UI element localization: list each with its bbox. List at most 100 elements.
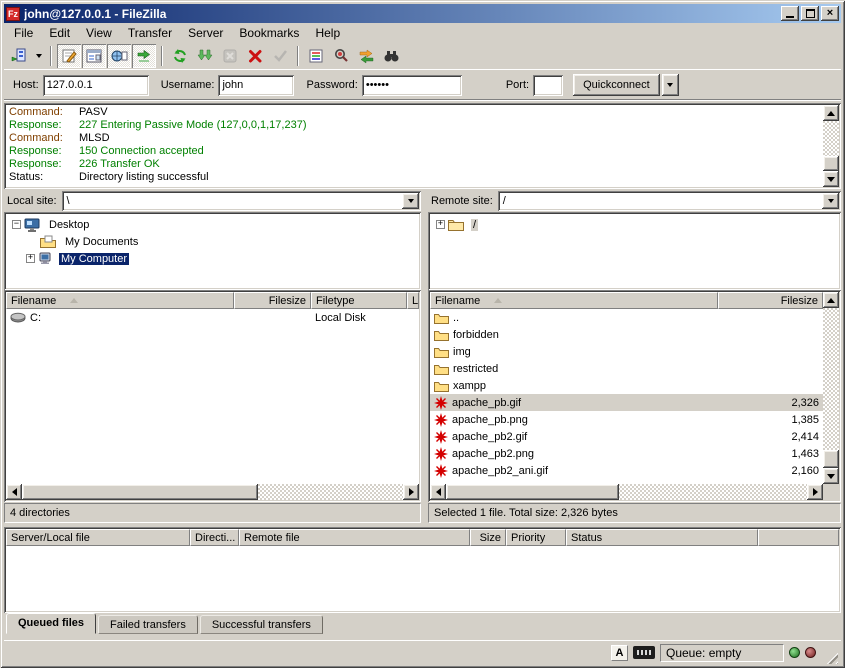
column-header-last-modified[interactable]: L	[407, 292, 419, 309]
file-row[interactable]: forbidden	[430, 326, 823, 343]
toggle-remote-tree-button[interactable]	[107, 44, 131, 68]
data-type-indicator[interactable]: A	[611, 645, 628, 661]
find-files-button[interactable]	[379, 44, 403, 68]
expand-icon[interactable]: +	[26, 254, 35, 263]
column-header-remote-file[interactable]: Remote file	[239, 529, 470, 546]
scroll-down-button[interactable]	[823, 171, 839, 187]
scroll-track[interactable]	[22, 484, 403, 500]
column-header-filetype[interactable]: Filetype	[311, 292, 407, 309]
tree-item-my-documents[interactable]: My Documents	[4, 233, 421, 250]
toggle-local-tree-button[interactable]	[82, 44, 106, 68]
close-button[interactable]: ×	[821, 6, 839, 21]
file-row[interactable]: img	[430, 343, 823, 360]
host-input[interactable]	[43, 75, 149, 96]
tree-item-root[interactable]: + /	[428, 216, 841, 233]
expand-icon[interactable]: +	[436, 220, 445, 229]
tree-label[interactable]: Desktop	[47, 219, 91, 231]
menu-bookmarks[interactable]: Bookmarks	[231, 24, 307, 42]
file-row-selected[interactable]: apache_pb.gif 2,326	[430, 394, 823, 411]
scroll-left-button[interactable]	[430, 484, 446, 500]
speed-limit-icon[interactable]	[633, 646, 655, 659]
scroll-right-button[interactable]	[807, 484, 823, 500]
collapse-icon[interactable]: −	[12, 220, 21, 229]
port-input[interactable]	[533, 75, 563, 96]
quickconnect-dropdown[interactable]	[662, 74, 679, 96]
file-row[interactable]: apache_pb2_ani.gif 2,160	[430, 462, 823, 479]
quickconnect-button[interactable]: Quickconnect	[573, 74, 660, 96]
filename-cell: apache_pb2.png	[430, 447, 718, 461]
column-header-filename[interactable]: Filename	[6, 292, 234, 309]
scroll-thumb[interactable]	[22, 484, 258, 500]
toggle-queue-button[interactable]	[132, 44, 156, 68]
folder-icon	[434, 312, 449, 324]
minimize-button[interactable]	[781, 6, 799, 21]
menu-file[interactable]: File	[6, 24, 41, 42]
combo-dropdown-button[interactable]	[402, 193, 419, 209]
process-queue-button[interactable]	[193, 44, 217, 68]
column-header-size[interactable]: Size	[470, 529, 506, 546]
filter-button[interactable]	[304, 44, 328, 68]
menu-help[interactable]: Help	[307, 24, 348, 42]
scroll-track[interactable]	[823, 308, 839, 468]
remote-horizontal-scrollbar[interactable]	[430, 484, 823, 500]
site-manager-dropdown[interactable]	[32, 45, 45, 67]
remote-site-combobox[interactable]: /	[498, 191, 841, 211]
file-row[interactable]: apache_pb2.png 1,463	[430, 445, 823, 462]
menu-transfer[interactable]: Transfer	[120, 24, 180, 42]
column-header-priority[interactable]: Priority	[506, 529, 566, 546]
column-header-filename[interactable]: Filename	[430, 292, 718, 309]
scroll-thumb[interactable]	[823, 450, 839, 468]
file-row[interactable]: apache_pb2.gif 2,414	[430, 428, 823, 445]
column-header-filesize[interactable]: Filesize	[234, 292, 311, 309]
menu-server[interactable]: Server	[180, 24, 231, 42]
disconnect-button[interactable]	[243, 44, 267, 68]
site-manager-button[interactable]	[7, 44, 31, 68]
local-horizontal-scrollbar[interactable]	[6, 484, 419, 500]
column-header-direction[interactable]: Directi...	[190, 529, 239, 546]
abort-button[interactable]	[268, 44, 292, 68]
scroll-thumb[interactable]	[446, 484, 619, 500]
tab-queued-files[interactable]: Queued files	[6, 613, 96, 634]
password-input[interactable]	[362, 75, 462, 96]
file-row[interactable]: xampp	[430, 377, 823, 394]
password-label: Password:	[306, 79, 357, 91]
synchronized-browsing-button[interactable]	[354, 44, 378, 68]
username-input[interactable]	[218, 75, 294, 96]
tree-label-selected[interactable]: My Computer	[59, 253, 129, 265]
scroll-right-button[interactable]	[403, 484, 419, 500]
file-row[interactable]: ..	[430, 309, 823, 326]
scroll-down-button[interactable]	[823, 468, 839, 484]
tree-item-my-computer[interactable]: + My Computer	[4, 250, 421, 267]
scroll-track[interactable]	[823, 121, 839, 171]
scroll-up-button[interactable]	[823, 105, 839, 121]
scroll-track[interactable]	[446, 484, 807, 500]
resize-grip[interactable]	[824, 650, 838, 664]
scroll-up-button[interactable]	[823, 292, 839, 308]
log-scrollbar[interactable]	[823, 105, 839, 187]
file-row[interactable]: C: Local Disk	[6, 309, 419, 326]
column-header-status[interactable]: Status	[566, 529, 758, 546]
tab-successful-transfers[interactable]: Successful transfers	[200, 615, 323, 634]
file-row[interactable]: apache_pb.png 1,385	[430, 411, 823, 428]
combo-dropdown-button[interactable]	[822, 193, 839, 209]
remote-vertical-scrollbar[interactable]	[823, 292, 839, 484]
tree-item-desktop[interactable]: − Desktop	[4, 216, 421, 233]
toggle-message-log-button[interactable]	[57, 44, 81, 68]
tree-label[interactable]: /	[471, 219, 478, 231]
menu-edit[interactable]: Edit	[41, 24, 78, 42]
cancel-operation-button[interactable]	[218, 44, 242, 68]
sync-arrows-icon	[358, 48, 375, 64]
scroll-thumb[interactable]	[823, 156, 839, 171]
menu-view[interactable]: View	[78, 24, 120, 42]
file-row[interactable]: restricted	[430, 360, 823, 377]
column-header-blank[interactable]	[758, 529, 839, 546]
directory-comparison-button[interactable]	[329, 44, 353, 68]
tab-failed-transfers[interactable]: Failed transfers	[98, 615, 198, 634]
refresh-button[interactable]	[168, 44, 192, 68]
tree-label[interactable]: My Documents	[63, 236, 140, 248]
scroll-left-button[interactable]	[6, 484, 22, 500]
maximize-button[interactable]	[801, 6, 819, 21]
column-header-server-local-file[interactable]: Server/Local file	[6, 529, 190, 546]
local-site-combobox[interactable]: \	[62, 191, 421, 211]
column-header-filesize[interactable]: Filesize	[718, 292, 823, 309]
